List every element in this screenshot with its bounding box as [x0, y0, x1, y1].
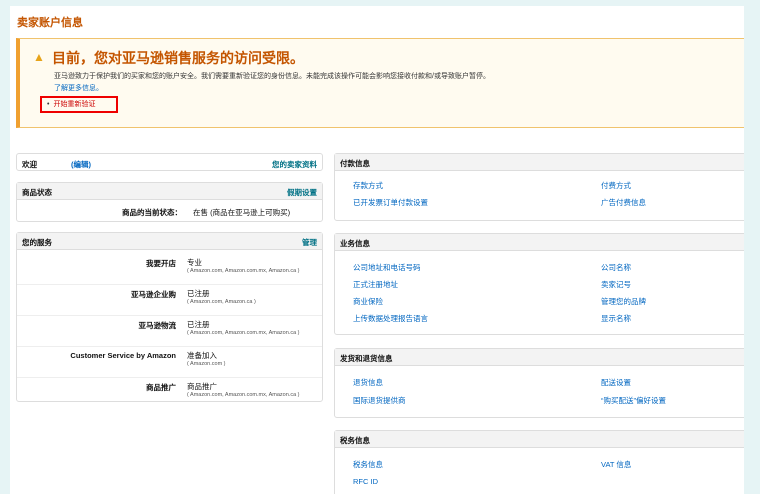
tax-info-link[interactable]: 税务信息 — [353, 459, 383, 470]
learn-more-link[interactable]: 了解更多信息。 — [54, 83, 103, 93]
panel-header: 付款信息 — [335, 154, 744, 171]
panel-title: 付款信息 — [340, 159, 370, 168]
service-name: 亚马逊物流 — [138, 321, 177, 330]
seller-profile-link[interactable]: 您的卖家资料 — [272, 159, 317, 170]
panel-title: 商品状态 — [22, 188, 52, 197]
business-info-panel: 业务信息 公司地址和电话号码 公司名称 正式注册地址 卖家记号 商业保险 管理您… — [334, 233, 744, 335]
seller-account-page: 卖家账户信息 ▲ 目前，您对亚马逊销售服务的访问受限。 亚马逊致力于保护我们的买… — [10, 6, 744, 494]
panel-header: 发货和退货信息 — [335, 349, 744, 366]
advertising-payment-link[interactable]: 广告付费信息 — [601, 197, 646, 208]
service-status: 专业 — [187, 258, 202, 267]
rfc-id-link[interactable]: RFC ID — [353, 477, 378, 486]
service-name: Customer Service by Amazon — [70, 351, 176, 360]
service-row: 亚马逊物流 已注册 ( Amazon.com, Amazon.com.mx, A… — [17, 315, 322, 347]
restriction-alert: ▲ 目前，您对亚马逊销售服务的访问受限。 亚马逊致力于保护我们的买家和您的账户安… — [16, 38, 744, 128]
page-title: 卖家账户信息 — [17, 17, 83, 29]
deposit-methods-link[interactable]: 存款方式 — [353, 180, 383, 191]
service-markets: ( Amazon.com, Amazon.com.mx, Amazon.ca ) — [187, 392, 300, 398]
vacation-settings-link[interactable]: 假期设置 — [287, 187, 317, 198]
service-row: 亚马逊企业购 已注册 ( Amazon.com, Amazon.ca ) — [17, 284, 322, 316]
panel-title: 税务信息 — [340, 436, 370, 445]
panel-header: 商品状态 假期设置 — [17, 183, 322, 200]
payment-info-panel: 付款信息 存款方式 付费方式 已开发票订单付款设置 广告付费信息 — [334, 153, 744, 221]
international-returns-link[interactable]: 国际退货提供商 — [353, 395, 406, 406]
service-markets: ( Amazon.com, Amazon.ca ) — [187, 299, 256, 305]
registered-address-link[interactable]: 正式注册地址 — [353, 279, 398, 290]
manage-link[interactable]: 管理 — [302, 237, 317, 248]
service-name: 亚马逊企业购 — [131, 290, 176, 299]
services-panel: 您的服务 管理 我要开店 专业 ( Amazon.com, Amazon.com… — [16, 232, 323, 402]
shipping-settings-link[interactable]: 配送设置 — [601, 377, 631, 388]
service-markets: ( Amazon.com, Amazon.com.mx, Amazon.ca ) — [187, 268, 300, 274]
panel-header: 税务信息 — [335, 431, 744, 448]
panel-header: 您的服务 管理 — [17, 233, 322, 250]
business-insurance-link[interactable]: 商业保险 — [353, 296, 383, 307]
return-info-link[interactable]: 退货信息 — [353, 377, 383, 388]
panel-title: 您的服务 — [22, 238, 52, 247]
shipping-returns-panel: 发货和退货信息 退货信息 配送设置 国际退货提供商 “购买配送”偏好设置 — [334, 348, 744, 418]
status-key: 商品的当前状态： — [122, 208, 182, 217]
service-row: 我要开店 专业 ( Amazon.com, Amazon.com.mx, Ama… — [17, 253, 322, 285]
company-address-link[interactable]: 公司地址和电话号码 — [353, 262, 421, 273]
buy-shipping-prefs-link[interactable]: “购买配送”偏好设置 — [601, 395, 666, 406]
panel-title: 发货和退货信息 — [340, 354, 393, 363]
service-name: 我要开店 — [146, 259, 176, 268]
welcome-label: 欢迎 — [22, 160, 37, 169]
invoiced-order-payment-link[interactable]: 已开发票订单付款设置 — [353, 197, 428, 208]
display-name-link[interactable]: 显示名称 — [601, 313, 631, 324]
alert-heading: 目前，您对亚马逊销售服务的访问受限。 — [52, 50, 304, 66]
service-status: 商品推广 — [187, 382, 217, 391]
status-value: 在售 (商品在亚马逊上可购买) — [193, 208, 291, 217]
vat-info-link[interactable]: VAT 信息 — [601, 459, 631, 470]
alert-text: 亚马逊致力于保护我们的买家和您的账户安全。我们需要重新验证您的身份信息。未能完成… — [54, 73, 490, 80]
welcome-bar: 欢迎 (编辑) 您的卖家资料 — [16, 153, 323, 171]
service-row: 商品推广 商品推广 ( Amazon.com, Amazon.com.mx, A… — [17, 377, 322, 408]
panel-title: 业务信息 — [340, 239, 370, 248]
charge-methods-link[interactable]: 付费方式 — [601, 180, 631, 191]
service-status: 准备加入 — [187, 351, 217, 360]
service-markets: ( Amazon.com ) — [187, 361, 226, 367]
service-name: 商品推广 — [146, 383, 176, 392]
listing-status-panel: 商品状态 假期设置 商品的当前状态： 在售 (商品在亚马逊上可购买) — [16, 182, 323, 222]
service-markets: ( Amazon.com, Amazon.com.mx, Amazon.ca ) — [187, 330, 300, 336]
service-row: Customer Service by Amazon 准备加入 ( Amazon… — [17, 346, 322, 378]
edit-link[interactable]: (编辑) — [71, 159, 91, 170]
company-name-link[interactable]: 公司名称 — [601, 262, 631, 273]
tax-info-panel: 税务信息 税务信息 VAT 信息 RFC ID — [334, 430, 744, 494]
seller-token-link[interactable]: 卖家记号 — [601, 279, 631, 290]
service-status: 已注册 — [187, 320, 210, 329]
start-reverification-link[interactable]: 开始重新验证 — [47, 99, 95, 109]
manage-brand-link[interactable]: 管理您的品牌 — [601, 296, 646, 307]
warning-icon: ▲ — [33, 50, 45, 64]
report-language-link[interactable]: 上传数据处理报告语言 — [353, 313, 428, 324]
service-status: 已注册 — [187, 289, 210, 298]
panel-header: 业务信息 — [335, 234, 744, 251]
